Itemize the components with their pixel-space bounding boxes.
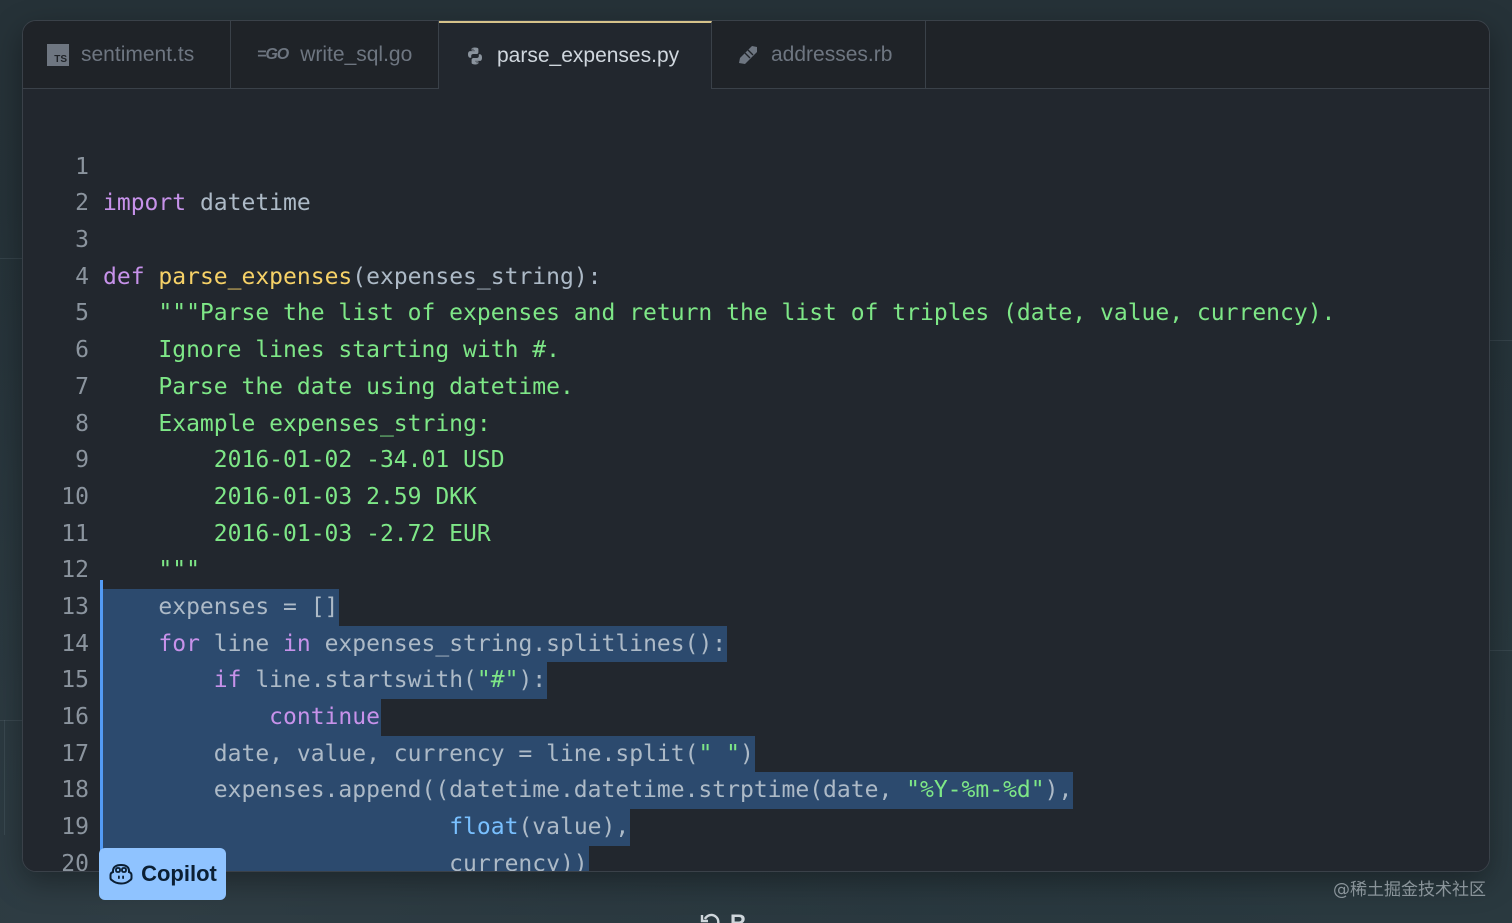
code-line: 15 continue xyxy=(23,626,1489,736)
copilot-icon xyxy=(108,862,134,886)
line-number: 20 xyxy=(61,850,89,872)
tab-label: sentiment.ts xyxy=(81,42,195,66)
code-line: 18 float(value), xyxy=(23,736,1489,846)
code-line: 10 2016-01-03 -2.72 EUR xyxy=(23,442,1489,547)
backdrop-line xyxy=(0,258,22,259)
ruby-icon xyxy=(737,44,759,66)
tab-label: parse_expenses.py xyxy=(497,44,680,67)
replay-icon xyxy=(700,911,722,923)
code-line: 17 expenses.append((datetime.datetime.st… xyxy=(23,699,1489,810)
typescript-icon: TS xyxy=(47,43,69,66)
backdrop-line xyxy=(1490,650,1512,651)
code-line: 14 if line.startswith("#"): xyxy=(23,589,1489,700)
tab-parse-expenses-py[interactable]: parse_expenses.py xyxy=(439,21,712,89)
tab-addresses-rb[interactable]: addresses.rb xyxy=(712,21,926,88)
code-line: 9 2016-01-03 2.59 DKK xyxy=(23,406,1489,510)
code-line: 16 date, value, currency = line.split(" … xyxy=(23,662,1489,773)
code-line: 4 """Parse the list of expenses and retu… xyxy=(23,222,1489,327)
code-line: 13 for line in expenses_string.splitline… xyxy=(23,552,1489,663)
code-line: 6 Parse the date using datetime. xyxy=(23,295,1489,400)
code-line: 5 Ignore lines starting with #. xyxy=(23,259,1489,363)
replay-button[interactable]: R xyxy=(700,910,746,923)
code-line: 19 currency)) xyxy=(23,772,1489,871)
code-line: 8 2016-01-02 -34.01 USD xyxy=(23,369,1489,474)
watermark: @稀土掘金技术社区 xyxy=(1333,880,1486,900)
tab-label: addresses.rb xyxy=(771,42,893,66)
go-icon: =GO xyxy=(257,45,289,63)
python-icon xyxy=(465,46,485,66)
code-line: 11 """ xyxy=(23,479,1489,584)
backdrop-line xyxy=(4,720,5,835)
backdrop-line xyxy=(1490,340,1512,341)
tab-sentiment-ts[interactable]: TS sentiment.ts xyxy=(23,21,231,88)
tab-label: write_sql.go xyxy=(300,42,413,66)
code-editor[interactable]: 1 import datetime 2 3 def parse_expenses… xyxy=(23,89,1489,871)
code-line: 2 xyxy=(23,149,1489,216)
code-editor-window: TS sentiment.ts =GO write_sql.go parse_e… xyxy=(22,20,1490,872)
code-line: 1 import datetime xyxy=(23,112,1489,217)
copilot-label: Copilot xyxy=(141,861,217,886)
code-lines: 1 import datetime 2 3 def parse_expenses… xyxy=(23,112,1489,871)
replay-label: R xyxy=(730,910,746,923)
code-line: 20 return expenses xyxy=(23,809,1489,871)
code-line: 7 Example expenses_string: xyxy=(23,332,1489,437)
tab-bar: TS sentiment.ts =GO write_sql.go parse_e… xyxy=(23,21,1489,89)
code-line: 3 def parse_expenses(expenses_string): xyxy=(23,185,1489,290)
copilot-button[interactable]: Copilot xyxy=(99,848,226,900)
code-line: 12 expenses = [] xyxy=(23,516,1489,626)
tab-write-sql-go[interactable]: =GO write_sql.go xyxy=(231,21,439,88)
